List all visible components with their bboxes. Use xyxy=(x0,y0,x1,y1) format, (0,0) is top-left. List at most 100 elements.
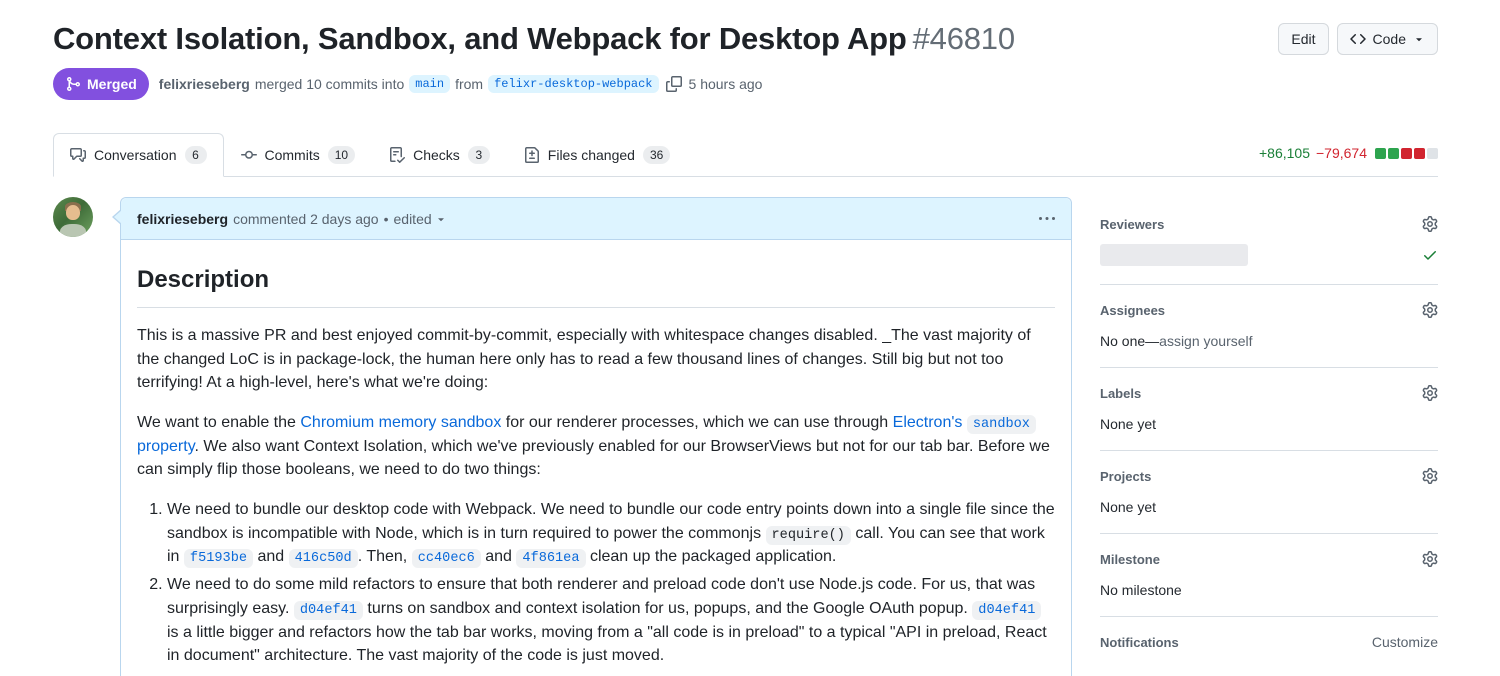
tab-counter: 6 xyxy=(185,146,207,164)
pr-page: Context Isolation, Sandbox, and Webpack … xyxy=(0,0,1500,676)
text-run: and xyxy=(253,548,289,565)
list-item: We need to bundle our desktop code with … xyxy=(167,498,1055,569)
timeline-column: felixrieseberg commented 2 days ago • ed… xyxy=(53,197,1072,676)
tab-label: Files changed xyxy=(548,147,635,163)
projects-value: None yet xyxy=(1100,499,1438,515)
tab-commits[interactable]: Commits 10 xyxy=(224,133,373,177)
kebab-icon xyxy=(1039,211,1055,227)
tabs: Conversation 6 Commits 10 Checks 3 Files… xyxy=(53,133,1438,176)
text-run: clean up the packaged application. xyxy=(586,548,837,565)
assignees-title: Assignees xyxy=(1100,303,1165,318)
reviewer-row xyxy=(1100,244,1438,266)
list-item: We need to do some mild refactors to ens… xyxy=(167,573,1055,668)
tab-label: Commits xyxy=(265,147,320,163)
pr-meta-row: Merged felixrieseberg merged 10 commits … xyxy=(53,68,1438,100)
commit-link[interactable]: f5193be xyxy=(184,549,253,568)
sidebar-section-milestone: Milestone No milestone xyxy=(1100,534,1438,617)
diffstat-block-deleted xyxy=(1401,148,1412,159)
header-actions: Edit Code xyxy=(1278,20,1438,55)
comment-author-link[interactable]: felixrieseberg xyxy=(137,211,228,227)
tab-label: Checks xyxy=(413,147,460,163)
base-branch-label[interactable]: main xyxy=(409,75,450,93)
pr-author-link[interactable]: felixrieseberg xyxy=(159,76,250,92)
labels-value: None yet xyxy=(1100,416,1438,432)
content-row: felixrieseberg commented 2 days ago • ed… xyxy=(53,197,1438,676)
diffstat-blocks xyxy=(1375,148,1438,159)
diffstat-block-added xyxy=(1375,148,1386,159)
comment-meta: commented 2 days ago xyxy=(233,211,379,227)
avatar[interactable] xyxy=(53,197,93,237)
sidebar-section-projects: Projects None yet xyxy=(1100,451,1438,534)
edit-button[interactable]: Edit xyxy=(1278,23,1328,55)
comment-header: felixrieseberg commented 2 days ago • ed… xyxy=(121,198,1071,240)
inline-link[interactable]: property xyxy=(137,438,195,455)
comment-body: Description This is a massive PR and bes… xyxy=(121,240,1071,676)
inline-link[interactable]: Chromium memory sandbox xyxy=(300,414,501,431)
commit-link[interactable]: 416c50d xyxy=(289,549,358,568)
edited-label: edited xyxy=(394,211,432,227)
tab-checks[interactable]: Checks 3 xyxy=(372,133,507,177)
projects-title: Projects xyxy=(1100,469,1151,484)
diffstat: +86,105 −79,674 xyxy=(1259,145,1438,161)
copy-branch-button[interactable] xyxy=(664,76,684,92)
assignees-empty-text: No one— xyxy=(1100,333,1159,349)
description-heading: Description xyxy=(137,262,1055,308)
reviewers-title: Reviewers xyxy=(1100,217,1164,232)
milestone-value: No milestone xyxy=(1100,582,1438,598)
milestone-title: Milestone xyxy=(1100,552,1160,567)
from-text: from xyxy=(455,76,483,92)
code-button[interactable]: Code xyxy=(1337,23,1438,55)
edited-dropdown[interactable]: edited xyxy=(394,211,447,227)
text-run: and xyxy=(481,548,517,565)
sidebar-section-notifications: Notifications Customize xyxy=(1100,617,1438,668)
commit-link[interactable]: 4f861ea xyxy=(516,549,585,568)
commit-link[interactable]: cc40ec6 xyxy=(412,549,481,568)
gear-icon[interactable] xyxy=(1422,468,1438,484)
labels-title: Labels xyxy=(1100,386,1141,401)
check-icon xyxy=(1422,247,1438,263)
head-branch-label[interactable]: felixr-desktop-webpack xyxy=(488,75,658,93)
merge-action-text: merged 10 commits into xyxy=(255,76,404,92)
tab-files-changed[interactable]: Files changed 36 xyxy=(507,133,688,177)
comment-paragraph: This is a massive PR and best enjoyed co… xyxy=(137,324,1055,395)
inline-code: require() xyxy=(766,526,851,545)
tab-conversation[interactable]: Conversation 6 xyxy=(53,133,224,177)
text-run: . Then, xyxy=(358,548,412,565)
tab-label: Conversation xyxy=(94,147,177,163)
commit-link[interactable]: d04ef41 xyxy=(294,601,363,620)
copy-icon xyxy=(666,76,682,92)
gear-icon[interactable] xyxy=(1422,302,1438,318)
commit-link[interactable]: d04ef41 xyxy=(972,601,1041,620)
customize-link[interactable]: Customize xyxy=(1372,634,1438,650)
assign-yourself-link[interactable]: assign yourself xyxy=(1159,333,1252,349)
merged-timestamp: 5 hours ago xyxy=(689,76,763,92)
sidebar: Reviewers Assignees No one—assign yourse… xyxy=(1100,197,1438,668)
text-run: turns on sandbox and context isolation f… xyxy=(363,600,972,617)
text-run: . We also want Context Isolation, which … xyxy=(137,438,1050,479)
checklist-icon xyxy=(389,147,405,163)
text-run: We want to enable the xyxy=(137,414,300,431)
pr-header: Context Isolation, Sandbox, and Webpack … xyxy=(53,0,1438,100)
sidebar-section-labels: Labels None yet xyxy=(1100,368,1438,451)
code-icon xyxy=(1350,31,1366,47)
commit-link[interactable]: sandbox xyxy=(967,415,1036,434)
inline-link[interactable]: Electron's xyxy=(893,414,967,431)
notifications-title: Notifications xyxy=(1100,635,1179,650)
pr-title: Context Isolation, Sandbox, and Webpack … xyxy=(53,20,1015,57)
gear-icon[interactable] xyxy=(1422,385,1438,401)
assignees-value: No one—assign yourself xyxy=(1100,333,1438,349)
comment-ordered-list: We need to bundle our desktop code with … xyxy=(137,498,1055,668)
sidebar-section-assignees: Assignees No one—assign yourself xyxy=(1100,285,1438,368)
tab-counter: 36 xyxy=(643,146,670,164)
status-badge: Merged xyxy=(53,68,149,100)
status-badge-label: Merged xyxy=(87,76,137,92)
gear-icon[interactable] xyxy=(1422,216,1438,232)
reviewer-name-redacted xyxy=(1100,244,1248,266)
code-button-label: Code xyxy=(1373,31,1406,47)
gear-icon[interactable] xyxy=(1422,551,1438,567)
diffstat-additions: +86,105 xyxy=(1259,145,1310,161)
edit-button-label: Edit xyxy=(1291,31,1315,47)
comment-paragraph: We want to enable the Chromium memory sa… xyxy=(137,411,1055,482)
tab-counter: 3 xyxy=(468,146,490,164)
kebab-menu-button[interactable] xyxy=(1039,207,1055,231)
